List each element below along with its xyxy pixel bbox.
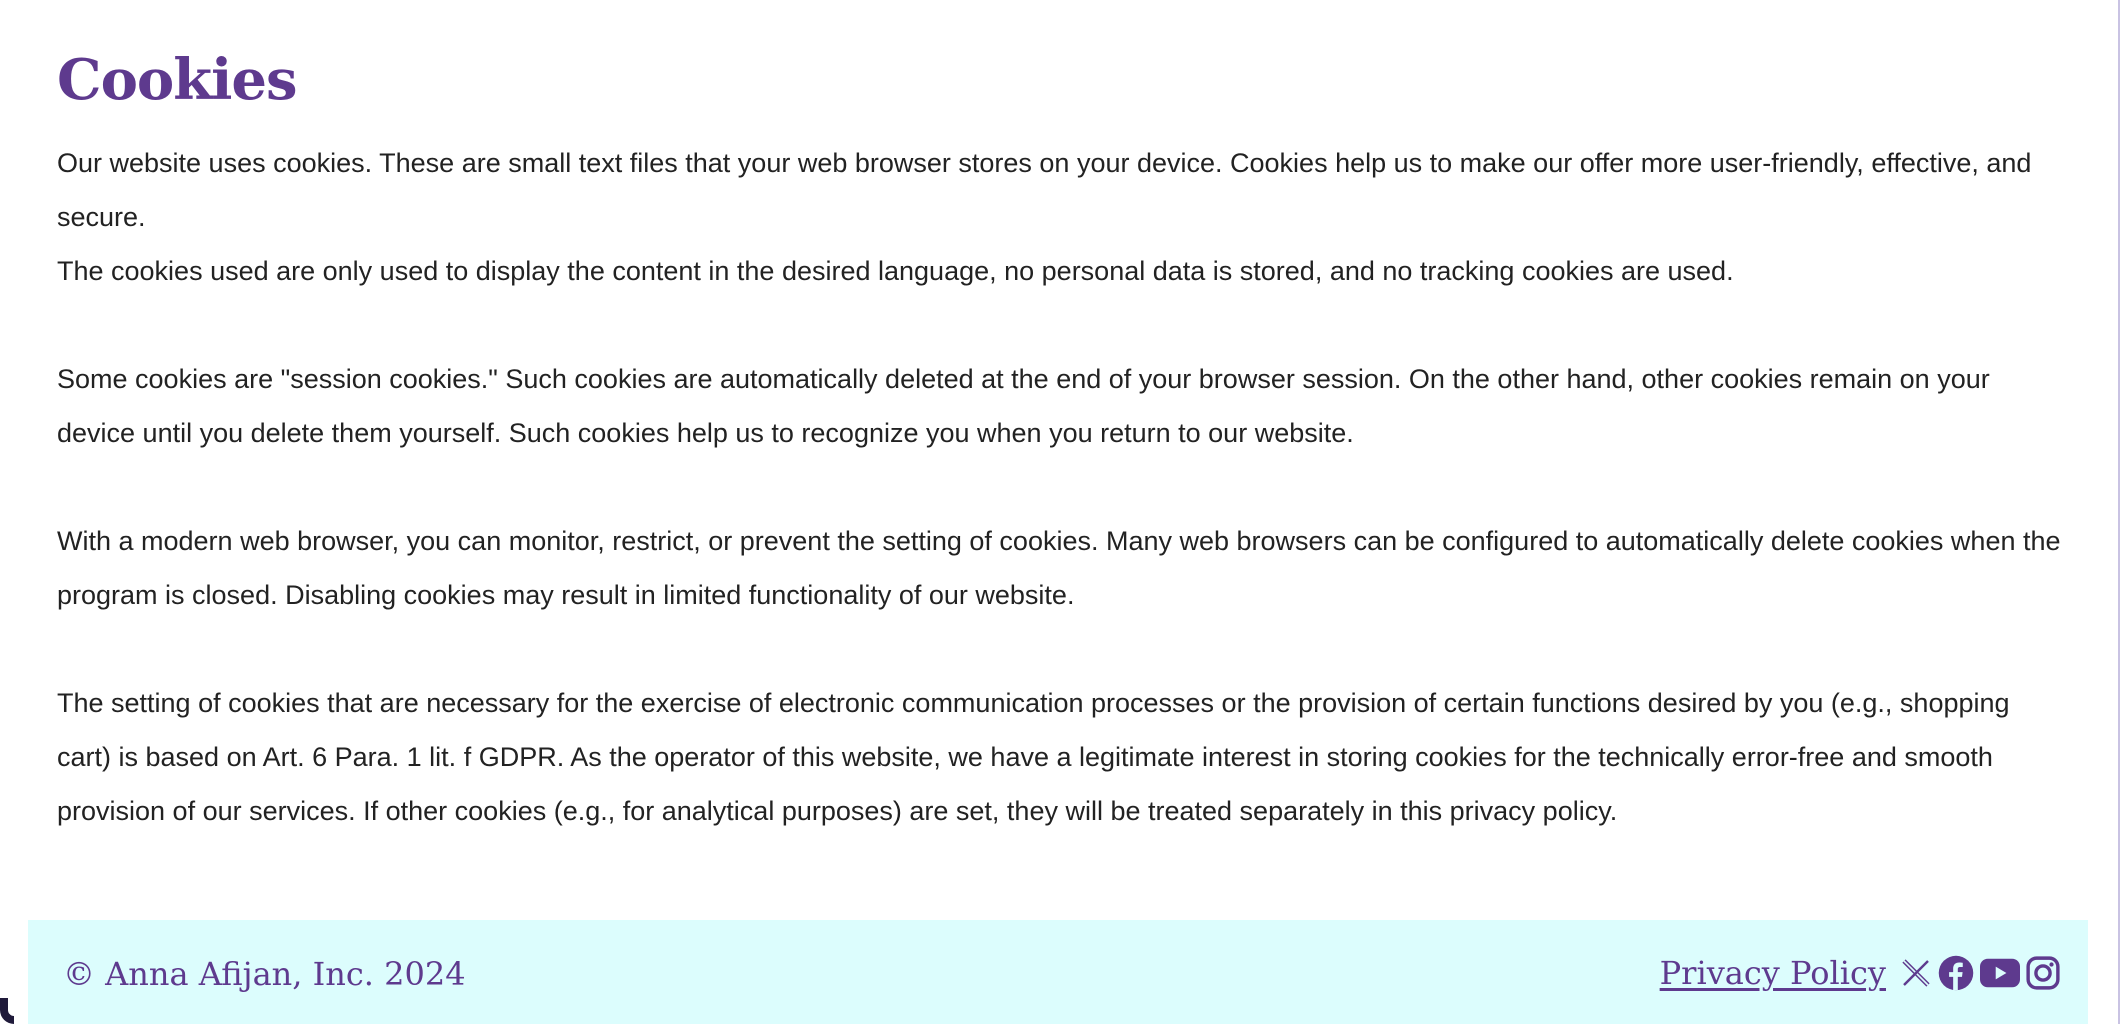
facebook-icon[interactable] [1938,953,1974,993]
paragraph-legal-basis: The setting of cookies that are necessar… [57,688,2010,826]
x-icon[interactable] [1900,953,1932,993]
main-content: Cookies Our website uses cookies. These … [57,44,2067,892]
page-title: Cookies [57,47,298,113]
privacy-policy-link[interactable]: Privacy Policy [1660,953,1886,993]
copyright-text: © Anna Afijan, Inc. 2024 [63,955,466,993]
paragraph-intro: Our website uses cookies. These are smal… [57,148,2032,232]
footer: © Anna Afijan, Inc. 2024 Privacy Policy [28,920,2088,1024]
paragraph-usage: The cookies used are only used to displa… [57,256,1734,286]
paragraph-session-cookies: Some cookies are "session cookies." Such… [57,364,1990,448]
footer-links: Privacy Policy [1660,950,2060,996]
window-corner [0,998,14,1024]
instagram-icon[interactable] [2026,953,2060,993]
paragraph-browser-settings: With a modern web browser, you can monit… [57,526,2061,610]
youtube-icon[interactable] [1980,953,2020,993]
